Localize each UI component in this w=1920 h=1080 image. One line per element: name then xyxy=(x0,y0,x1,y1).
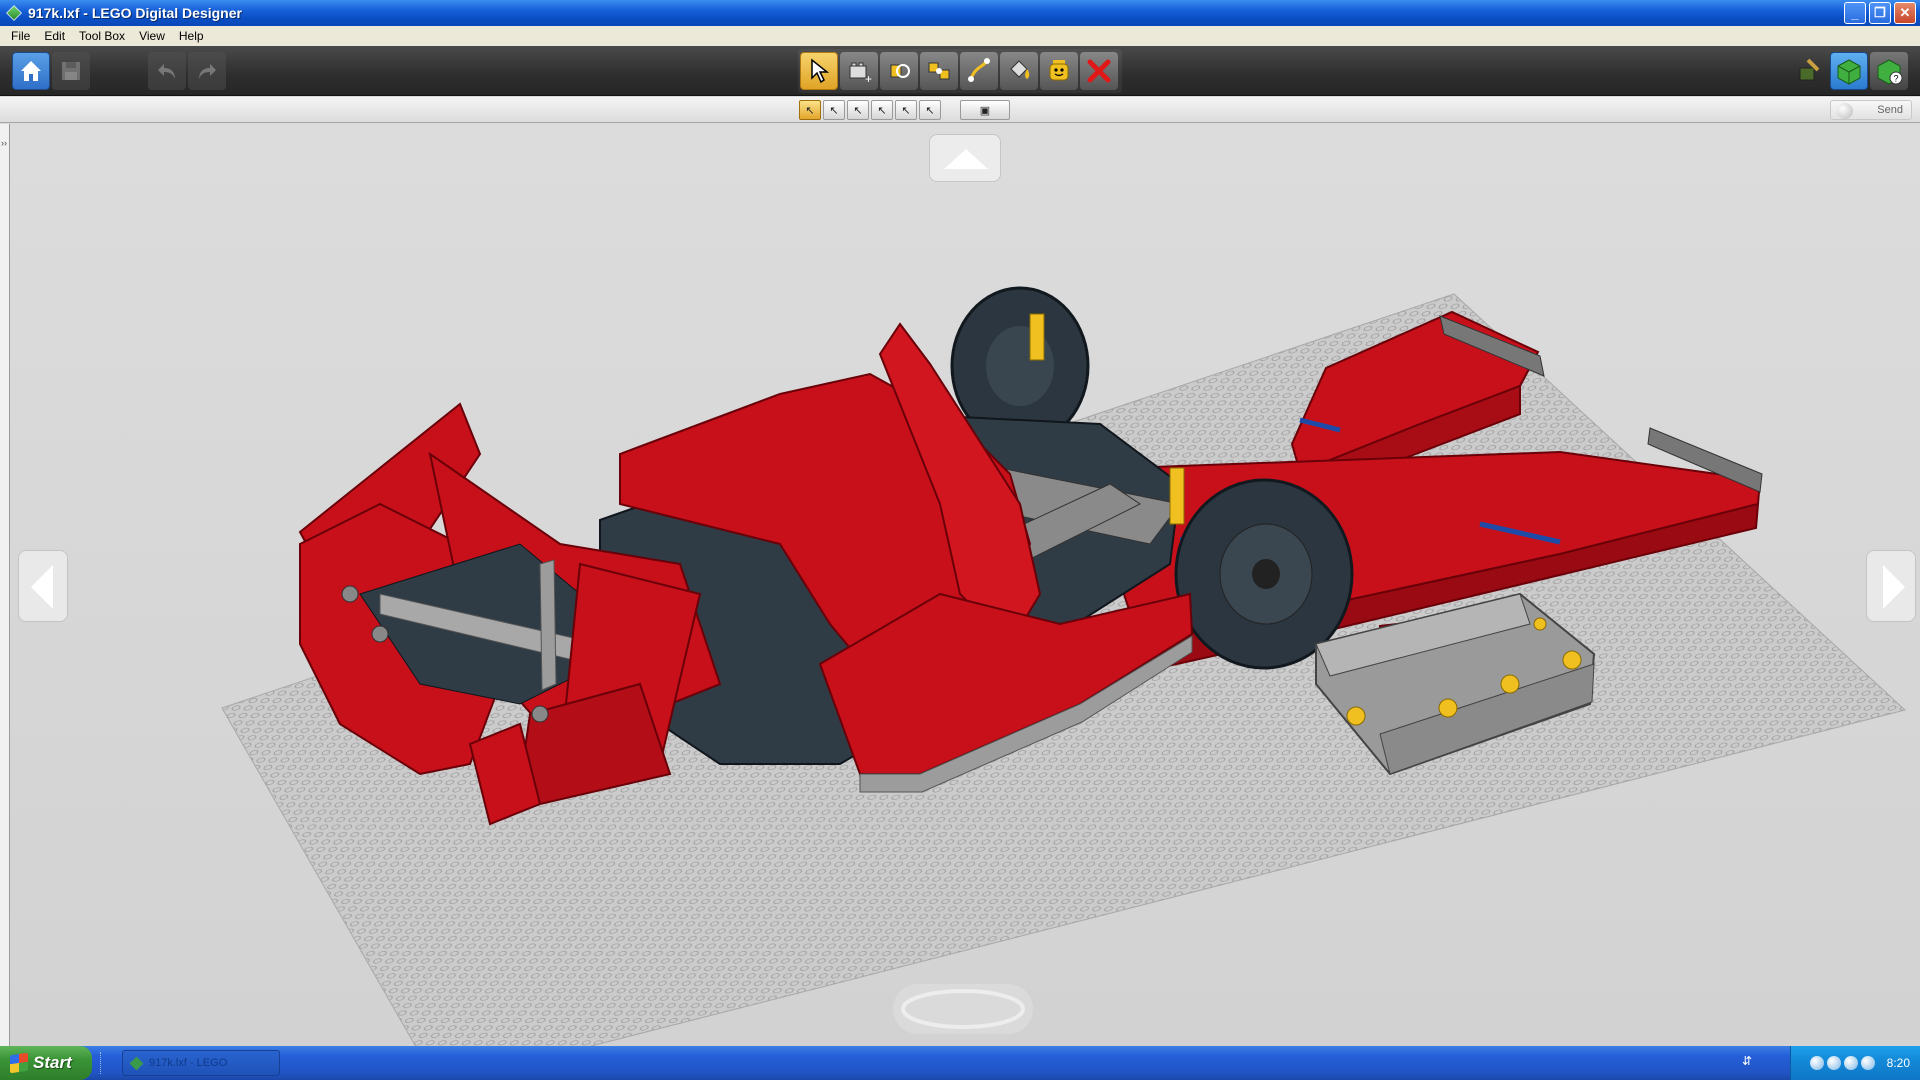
main-toolbar: + ? xyxy=(0,46,1920,96)
hide-tool-button[interactable]: ▣ xyxy=(960,100,1010,120)
cursor-icon: ↖ xyxy=(805,104,815,117)
brick-select-button[interactable]: ↖ xyxy=(895,100,917,120)
build-mode-icon xyxy=(1799,58,1820,81)
brick-clone-icon: + xyxy=(849,62,872,85)
redo-arrow-icon xyxy=(199,64,216,79)
flex-icon xyxy=(968,58,990,82)
hinge-align-icon xyxy=(928,62,950,80)
undo-arrow-icon xyxy=(158,64,175,79)
flex-tool-button[interactable] xyxy=(960,52,998,90)
undo-button[interactable] xyxy=(148,52,186,90)
tray-icon-network[interactable] xyxy=(1826,1056,1841,1070)
color-select-icon: ↖ xyxy=(877,104,887,117)
lego-task-icon xyxy=(129,1056,144,1071)
clock[interactable]: 8:20 xyxy=(1887,1056,1910,1070)
menu-view[interactable]: View xyxy=(132,29,172,43)
building-guide-icon: ? xyxy=(1877,59,1903,85)
build-mode-button[interactable] xyxy=(1790,52,1828,90)
red-x-icon xyxy=(1087,59,1111,83)
expand-icon: ›› xyxy=(1,138,7,148)
start-button[interactable]: Start xyxy=(0,1046,92,1080)
menu-bar: File Edit Tool Box View Help xyxy=(0,26,1920,46)
maximize-button[interactable]: ❐ xyxy=(1869,2,1891,24)
camera-left-button[interactable] xyxy=(18,550,68,622)
redo-button[interactable] xyxy=(188,52,226,90)
house-icon xyxy=(21,61,41,81)
minifig-face-icon xyxy=(1049,60,1069,81)
tray-icon-security[interactable] xyxy=(1860,1056,1875,1070)
window-title: 917k.lxf - LEGO Digital Designer xyxy=(28,5,242,21)
camera-right-button[interactable] xyxy=(1866,550,1916,622)
brick-select-icon: ↖ xyxy=(901,104,911,117)
network-indicator[interactable]: ⇵ xyxy=(1742,1054,1752,1068)
single-select-button[interactable]: ↖ xyxy=(799,100,821,120)
tray-icon-volume[interactable] xyxy=(1843,1056,1858,1070)
app-window: 917k.lxf - LEGO Digital Designer _ ❐ ✕ F… xyxy=(0,0,1920,1080)
window-controls: _ ❐ ✕ xyxy=(1844,2,1916,24)
system-tray: 8:20 xyxy=(1790,1046,1920,1080)
close-button[interactable]: ✕ xyxy=(1894,2,1916,24)
clone-tool-button[interactable]: + xyxy=(840,52,878,90)
home-button[interactable] xyxy=(12,52,50,90)
camera-zoom-control[interactable] xyxy=(893,984,1033,1034)
save-button[interactable] xyxy=(52,52,90,90)
paint-tool-button[interactable] xyxy=(1000,52,1038,90)
arrow-right-icon xyxy=(1883,565,1905,609)
windows-flag-icon xyxy=(10,1052,28,1074)
view-mode-button[interactable] xyxy=(1830,52,1868,90)
windows-taskbar: Start 917k.lxf - LEGO ⇵ 8:20 xyxy=(0,1046,1920,1080)
multi-select-button[interactable]: ↖ xyxy=(823,100,845,120)
zoom-ring-icon xyxy=(901,989,1025,1029)
lego-app-icon xyxy=(6,5,22,21)
building-guide-mode-button[interactable]: ? xyxy=(1870,52,1908,90)
tray-icons xyxy=(1809,1056,1875,1070)
sub-toolbar: ↖ ↖ ↖ ↖ ↖ ↖ ▣ Send xyxy=(0,97,1920,123)
model-scene[interactable] xyxy=(0,124,1920,1046)
menu-file[interactable]: File xyxy=(4,29,37,43)
connected-select-icon: ↖ xyxy=(853,104,863,117)
invert-select-button[interactable]: ↖ xyxy=(919,100,941,120)
build-canvas[interactable]: ›› xyxy=(0,124,1920,1046)
delete-tool-button[interactable] xyxy=(1080,52,1118,90)
hinge-icon xyxy=(890,64,910,78)
tray-icon-arrow[interactable] xyxy=(1809,1056,1824,1070)
hide-icon: ▣ xyxy=(979,104,991,117)
side-panel-toggle[interactable]: ›› xyxy=(0,124,10,1046)
connected-select-button[interactable]: ↖ xyxy=(847,100,869,120)
taskbar-app-label: 917k.lxf - LEGO xyxy=(149,1057,228,1069)
decorate-tool-button[interactable] xyxy=(1040,52,1078,90)
hinge-align-tool-button[interactable] xyxy=(920,52,958,90)
invert-select-icon: ↖ xyxy=(925,104,935,117)
arrow-up-icon xyxy=(944,149,988,169)
floppy-icon xyxy=(62,62,80,80)
camera-up-button[interactable] xyxy=(929,134,1001,182)
menu-help[interactable]: Help xyxy=(172,29,211,43)
multi-select-icon: ↖ xyxy=(829,104,839,117)
arrow-cursor-icon xyxy=(811,58,830,84)
send-button[interactable]: Send xyxy=(1830,100,1912,120)
rear-wheel-bottom[interactable] xyxy=(1174,478,1354,670)
color-select-button[interactable]: ↖ xyxy=(871,100,893,120)
minimize-button[interactable]: _ xyxy=(1844,2,1866,24)
paint-bucket-icon xyxy=(1010,60,1030,79)
view-mode-icon xyxy=(1837,59,1861,85)
arrow-left-icon xyxy=(31,565,53,609)
taskbar-app-lego[interactable]: 917k.lxf - LEGO xyxy=(122,1050,280,1076)
start-label: Start xyxy=(33,1053,72,1072)
title-bar[interactable]: 917k.lxf - LEGO Digital Designer _ ❐ ✕ xyxy=(0,0,1920,26)
select-tool-button[interactable] xyxy=(800,52,838,90)
svg-text:?: ? xyxy=(1894,74,1899,84)
svg-text:+: + xyxy=(865,72,872,85)
send-label: Send xyxy=(1877,104,1903,116)
taskbar-separator xyxy=(100,1052,104,1074)
globe-icon xyxy=(1837,103,1853,119)
menu-toolbox[interactable]: Tool Box xyxy=(72,29,132,43)
hinge-tool-button[interactable] xyxy=(880,52,918,90)
menu-edit[interactable]: Edit xyxy=(37,29,72,43)
